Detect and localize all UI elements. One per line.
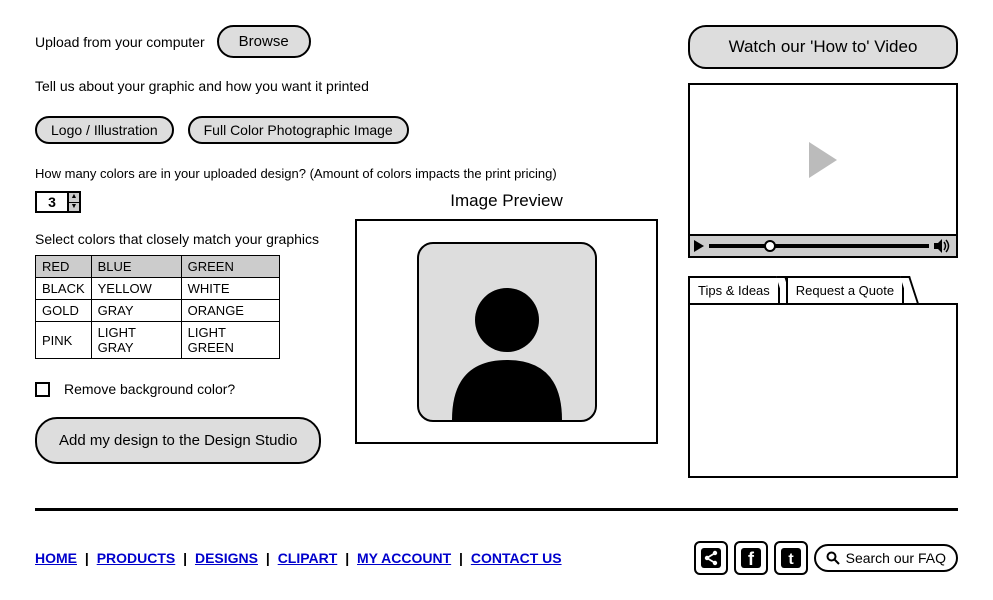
image-preview-box — [355, 219, 658, 444]
full-color-photo-button[interactable]: Full Color Photographic Image — [188, 116, 409, 144]
colors-question: How many colors are in your uploaded des… — [35, 166, 658, 181]
footer-link-account[interactable]: MY ACCOUNT — [357, 550, 451, 566]
color-cell[interactable]: BLUE — [91, 256, 181, 278]
color-cell[interactable]: LIGHT GRAY — [91, 322, 181, 359]
footer-links: HOME | PRODUCTS | DESIGNS | CLIPART | MY… — [35, 550, 562, 566]
volume-icon[interactable] — [934, 239, 952, 253]
play-icon — [809, 142, 837, 178]
color-cell[interactable]: YELLOW — [91, 278, 181, 300]
footer-link-clipart[interactable]: CLIPART — [278, 550, 338, 566]
watch-video-button[interactable]: Watch our 'How to' Video — [688, 25, 958, 69]
tab-tips-label: Tips & Ideas — [698, 283, 770, 298]
remove-bg-label: Remove background color? — [64, 381, 235, 397]
footer-link-designs[interactable]: DESIGNS — [195, 550, 258, 566]
footer-link-products[interactable]: PRODUCTS — [97, 550, 176, 566]
color-cell[interactable]: GOLD — [36, 300, 92, 322]
footer-link-contact[interactable]: CONTACT US — [471, 550, 562, 566]
svg-text:f: f — [748, 549, 755, 569]
footer-link-home[interactable]: HOME — [35, 550, 77, 566]
logo-illustration-button[interactable]: Logo / Illustration — [35, 116, 174, 144]
divider — [35, 508, 958, 511]
twitter-icon[interactable]: t — [774, 541, 808, 575]
video-controls — [690, 234, 956, 256]
color-cell[interactable]: GREEN — [181, 256, 279, 278]
share-icon[interactable] — [694, 541, 728, 575]
video-seek-track[interactable] — [709, 244, 929, 248]
color-cell[interactable]: RED — [36, 256, 92, 278]
video-screen[interactable] — [690, 85, 956, 234]
select-colors-label: Select colors that closely match your gr… — [35, 231, 335, 247]
color-cell[interactable]: GRAY — [91, 300, 181, 322]
stepper-up-icon[interactable]: ▲ — [69, 193, 79, 203]
color-cell[interactable]: BLACK — [36, 278, 92, 300]
tell-text: Tell us about your graphic and how you w… — [35, 78, 658, 94]
upload-label: Upload from your computer — [35, 34, 205, 50]
search-faq[interactable]: Search our FAQ — [814, 544, 958, 572]
preview-title: Image Preview — [355, 191, 658, 211]
table-row: BLACK YELLOW WHITE — [36, 278, 280, 300]
search-icon — [826, 551, 840, 565]
color-table: RED BLUE GREEN BLACK YELLOW WHITE GOLD G… — [35, 255, 280, 359]
video-player — [688, 83, 958, 258]
tab-quote[interactable]: Request a Quote — [786, 276, 904, 303]
color-cell[interactable]: PINK — [36, 322, 92, 359]
play-control-icon[interactable] — [694, 240, 704, 252]
svg-text:t: t — [788, 551, 794, 568]
table-row: RED BLUE GREEN — [36, 256, 280, 278]
color-cell[interactable]: WHITE — [181, 278, 279, 300]
table-row: PINK LIGHT GRAY LIGHT GREEN — [36, 322, 280, 359]
table-row: GOLD GRAY ORANGE — [36, 300, 280, 322]
tab-quote-label: Request a Quote — [796, 283, 894, 298]
tab-tips[interactable]: Tips & Ideas — [688, 276, 780, 303]
add-design-button[interactable]: Add my design to the Design Studio — [35, 417, 321, 464]
facebook-icon[interactable]: f — [734, 541, 768, 575]
remove-bg-checkbox[interactable] — [35, 382, 50, 397]
color-count-input[interactable] — [37, 193, 67, 211]
stepper-down-icon[interactable]: ▼ — [69, 203, 79, 212]
color-count-stepper[interactable]: ▲ ▼ — [35, 191, 81, 213]
browse-button[interactable]: Browse — [217, 25, 311, 58]
color-cell[interactable]: ORANGE — [181, 300, 279, 322]
person-icon — [427, 260, 587, 420]
search-faq-label: Search our FAQ — [846, 550, 946, 566]
color-cell[interactable]: LIGHT GREEN — [181, 322, 279, 359]
avatar-placeholder — [417, 242, 597, 422]
video-seek-knob[interactable] — [764, 240, 776, 252]
tab-content — [688, 303, 958, 478]
